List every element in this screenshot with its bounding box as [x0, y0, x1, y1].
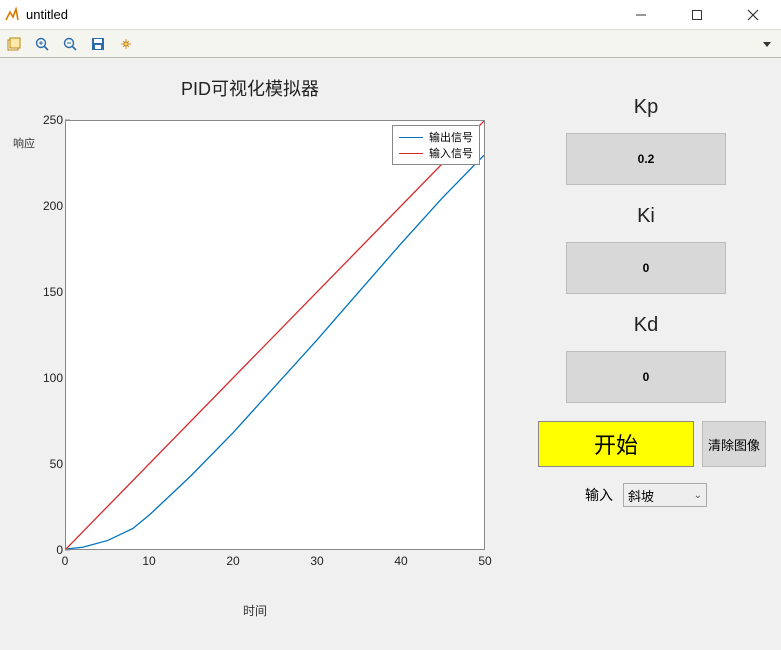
kp-label: Kp	[634, 96, 658, 119]
legend-entry-input: 输入信号	[399, 145, 473, 161]
legend-entry-output: 输出信号	[399, 129, 473, 145]
window-titlebar: untitled	[0, 0, 781, 30]
input-type-label: 输入	[585, 485, 613, 505]
x-tick-label: 10	[142, 554, 155, 568]
y-tick-label: 200	[33, 199, 63, 213]
legend-label-input: 输入信号	[429, 145, 473, 161]
window-title: untitled	[26, 7, 625, 22]
x-tick-label: 40	[394, 554, 407, 568]
kp-field[interactable]: 0.2	[566, 133, 726, 185]
zoom-in-icon[interactable]	[32, 34, 52, 54]
start-button[interactable]: 开始	[538, 421, 694, 467]
zoom-out-icon[interactable]	[60, 34, 80, 54]
legend-label-output: 输出信号	[429, 129, 473, 145]
y-tick-label: 50	[33, 457, 63, 471]
y-tick-label: 0	[33, 543, 63, 557]
dropdown-arrow-icon[interactable]	[757, 34, 777, 54]
pan-icon[interactable]	[116, 34, 136, 54]
close-button[interactable]	[737, 4, 769, 26]
new-figure-icon[interactable]	[4, 34, 24, 54]
kd-field[interactable]: 0	[566, 351, 726, 403]
figure-toolbar	[0, 30, 781, 58]
x-tick-label: 30	[310, 554, 323, 568]
legend[interactable]: 输出信号 输入信号	[392, 125, 480, 165]
window-controls	[625, 4, 777, 26]
y-tick-label: 250	[33, 113, 63, 127]
y-tick-label: 150	[33, 285, 63, 299]
matlab-logo-icon	[4, 7, 20, 23]
x-axis-label: 时间	[243, 602, 267, 619]
ki-label: Ki	[637, 205, 655, 228]
ki-field[interactable]: 0	[566, 242, 726, 294]
y-axis-label: 响应	[13, 135, 35, 151]
x-tick-label: 50	[478, 554, 491, 568]
save-icon[interactable]	[88, 34, 108, 54]
input-type-value: 斜坡	[628, 486, 654, 505]
x-tick-label: 20	[226, 554, 239, 568]
maximize-button[interactable]	[681, 4, 713, 26]
kd-label: Kd	[634, 314, 658, 337]
x-tick-label: 0	[62, 554, 69, 568]
control-panel: Kp 0.2 Ki 0 Kd 0 开始 清除图像 输入 斜坡 ⌄	[521, 88, 771, 507]
axes[interactable]: 响应 0 50 100 150 200 250 0 10 20 30 40 50 输出信号 输入信号…	[15, 105, 495, 585]
chart-title: PID可视化模拟器	[5, 63, 495, 105]
y-tick-label: 100	[33, 371, 63, 385]
figure-content: PID可视化模拟器 响应 0 50 100 150 200 250 0 10 20 30 40 50…	[0, 58, 781, 650]
clear-button[interactable]: 清除图像	[702, 421, 766, 467]
chevron-down-icon: ⌄	[694, 490, 702, 501]
minimize-button[interactable]	[625, 4, 657, 26]
plot-area: 输出信号 输入信号	[65, 120, 485, 550]
input-type-select[interactable]: 斜坡 ⌄	[623, 483, 707, 507]
chart-panel: PID可视化模拟器 响应 0 50 100 150 200 250 0 10 20 30 40 50…	[5, 63, 495, 633]
